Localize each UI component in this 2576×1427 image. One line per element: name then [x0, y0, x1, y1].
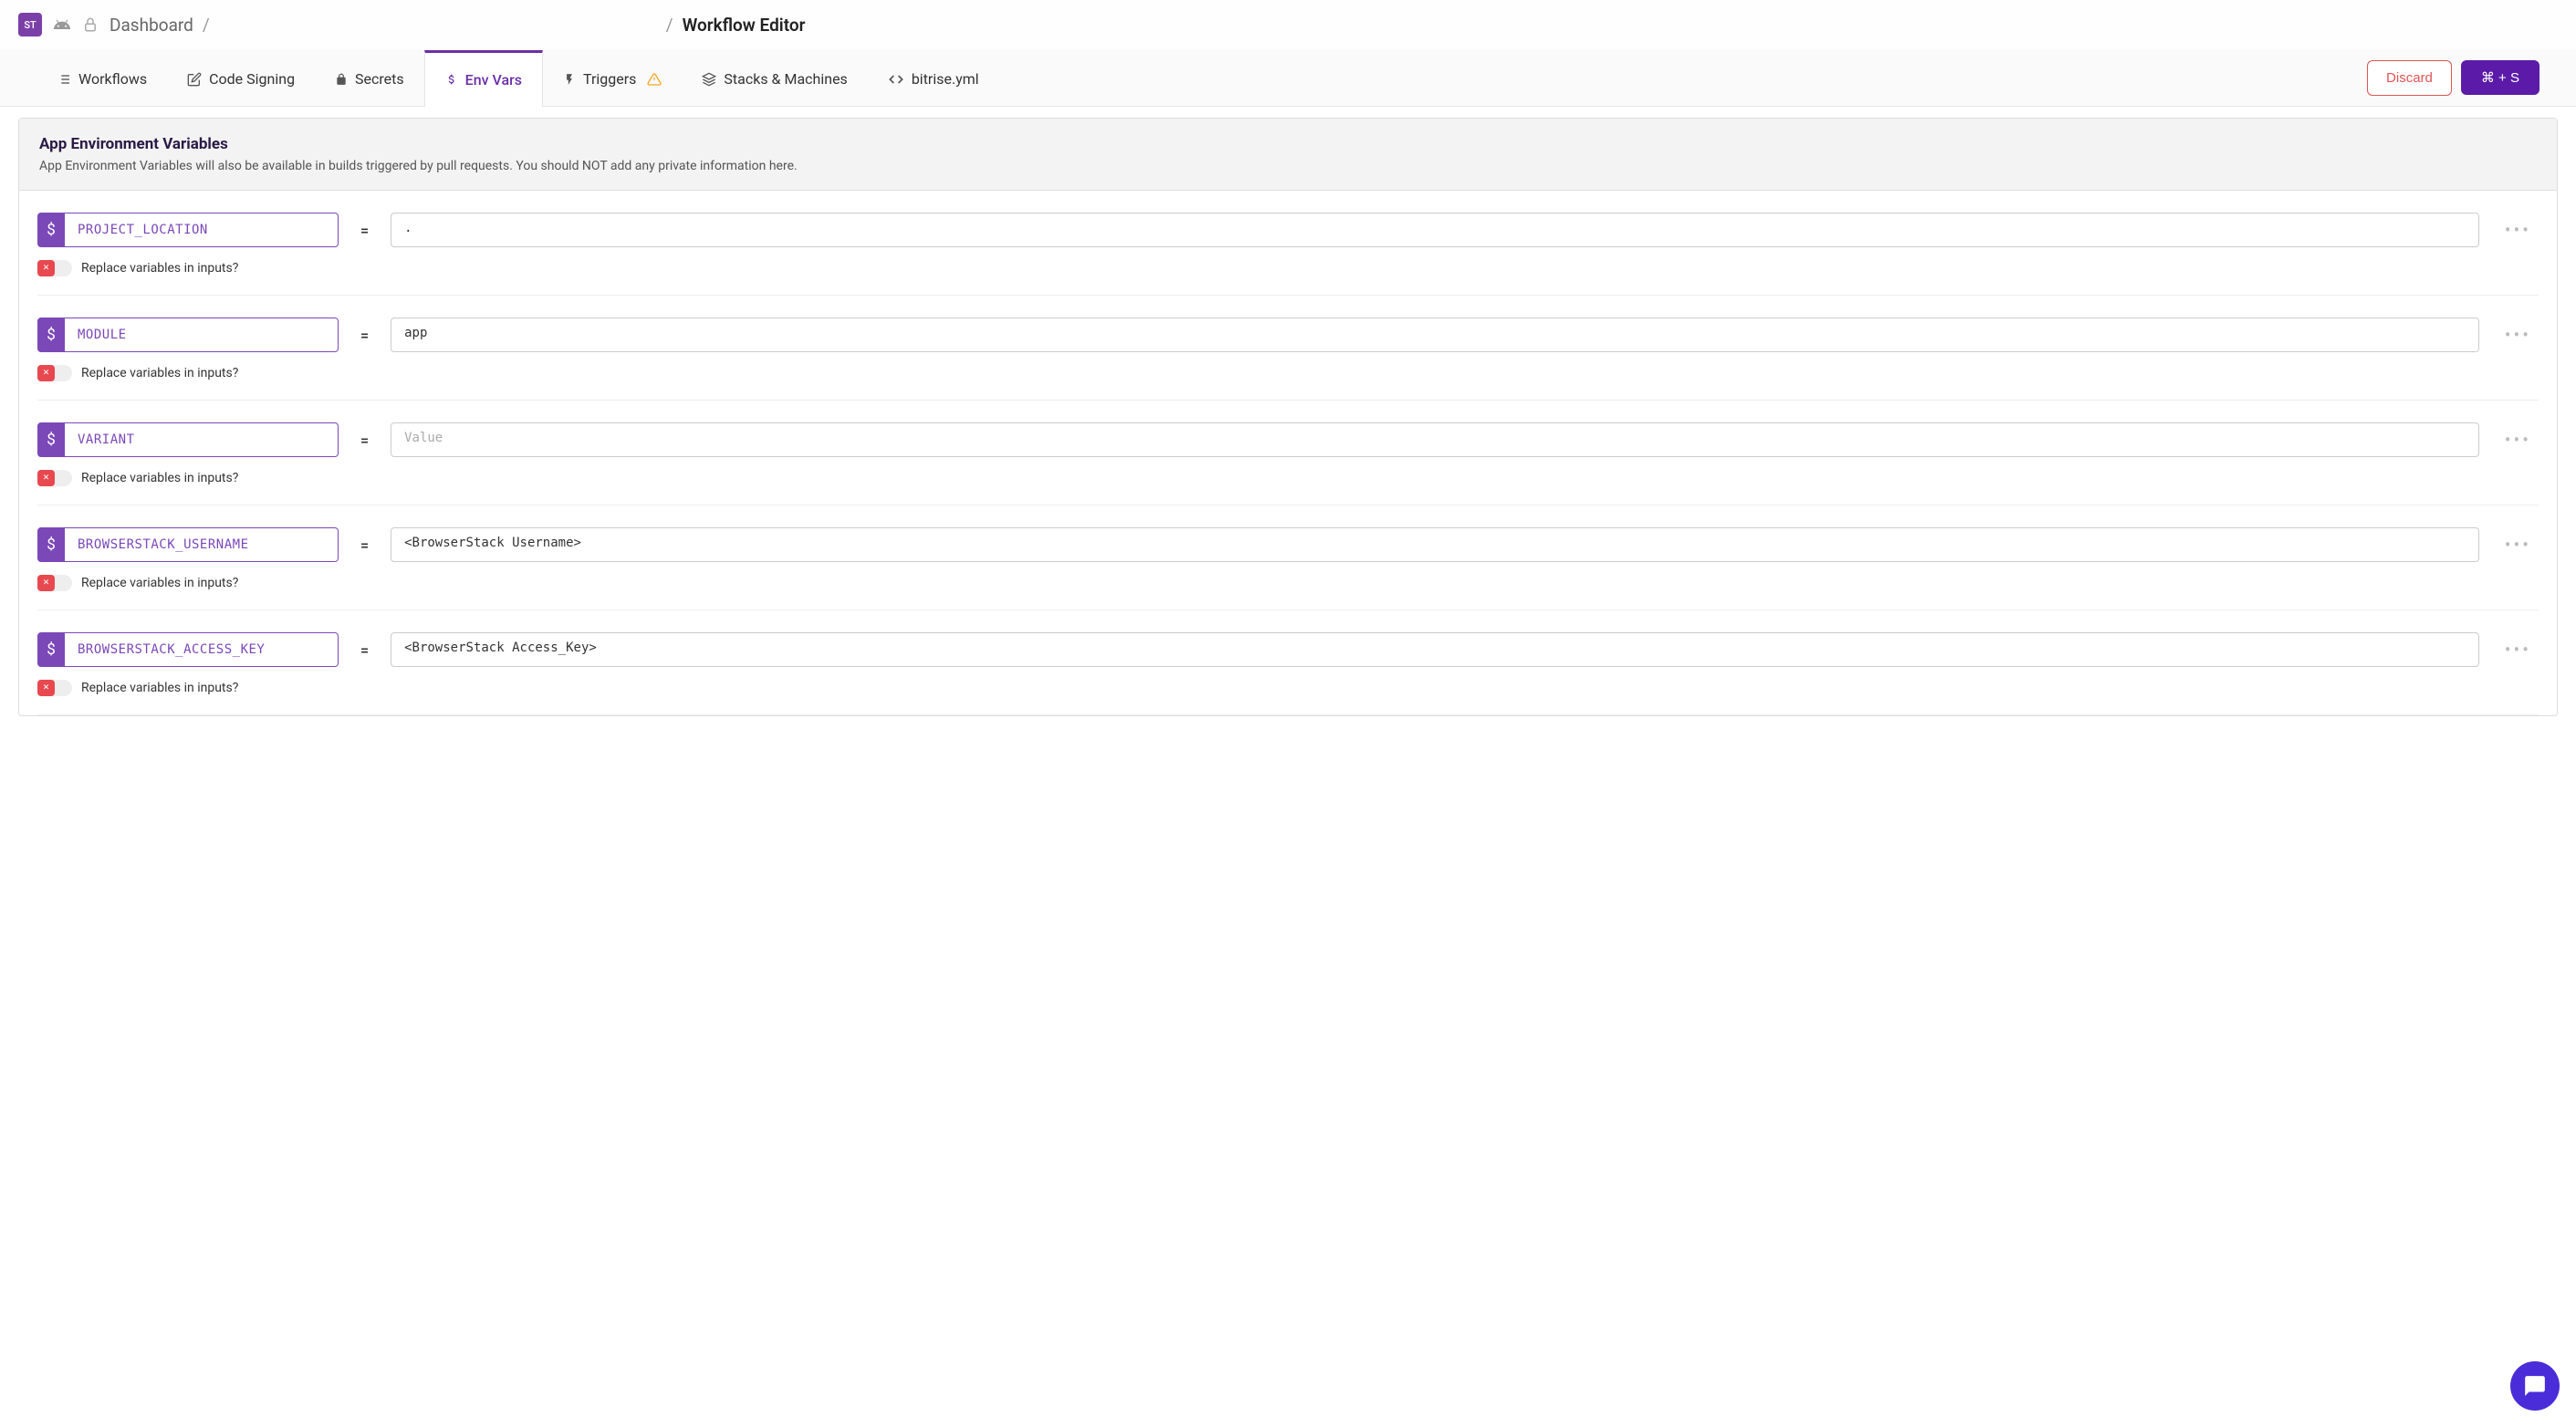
tab-label: Code Signing — [209, 70, 295, 88]
var-toggle-row: ✕ Replace variables in inputs? — [37, 365, 2539, 381]
lock-icon — [335, 72, 348, 87]
toggle-label: Replace variables in inputs? — [81, 576, 238, 590]
toggle-label: Replace variables in inputs? — [81, 471, 238, 485]
var-main: $ = <BrowserStack Access_Key> ••• — [37, 632, 2539, 667]
code-icon — [888, 72, 904, 87]
var-key-input[interactable] — [65, 632, 339, 667]
discard-button[interactable]: Discard — [2367, 60, 2452, 96]
var-list: $ = . ••• ✕ Replace variables in inputs?… — [19, 191, 2557, 715]
equals-sign: = — [360, 327, 369, 344]
chat-bubble[interactable] — [2510, 1361, 2560, 1411]
replace-toggle[interactable]: ✕ — [37, 260, 72, 276]
breadcrumb-dashboard[interactable]: Dashboard — [110, 15, 193, 36]
more-icon[interactable]: ••• — [2498, 534, 2539, 556]
tab-secrets[interactable]: Secrets — [315, 49, 424, 106]
android-icon — [53, 16, 71, 34]
tab-label: Triggers — [583, 70, 636, 88]
edit-square-icon — [187, 72, 202, 87]
var-row: $ = <BrowserStack Username> ••• ✕ Replac… — [37, 505, 2539, 610]
equals-sign: = — [360, 536, 369, 554]
panel-header: App Environment Variables App Environmen… — [19, 119, 2557, 191]
breadcrumb-separator: / — [666, 15, 673, 36]
var-main: $ = ••• — [37, 422, 2539, 457]
equals-sign: = — [360, 641, 369, 659]
tab-label: Workflows — [78, 70, 147, 88]
toggle-thumb: ✕ — [37, 470, 55, 486]
dollar-icon: $ — [37, 318, 65, 352]
dollar-icon — [445, 71, 458, 88]
dollar-icon: $ — [37, 213, 65, 247]
breadcrumb-separator: / — [203, 15, 210, 36]
tab-label: bitrise.yml — [912, 70, 979, 88]
layers-icon — [702, 72, 716, 87]
var-key-input[interactable] — [65, 213, 339, 247]
tab-triggers[interactable]: Triggers — [543, 49, 682, 106]
tab-code-signing[interactable]: Code Signing — [167, 49, 315, 106]
env-vars-panel: App Environment Variables App Environmen… — [18, 118, 2558, 716]
var-main: $ = app ••• — [37, 318, 2539, 352]
tab-label: Stacks & Machines — [724, 70, 847, 88]
avatar-initials: ST — [24, 19, 36, 31]
avatar[interactable]: ST — [18, 13, 42, 36]
dollar-icon: $ — [37, 527, 65, 562]
var-toggle-row: ✕ Replace variables in inputs? — [37, 260, 2539, 276]
tab-bar: Workflows Code Signing Secrets Env Vars … — [0, 49, 2576, 107]
toggle-thumb: ✕ — [37, 680, 55, 696]
var-key-input[interactable] — [65, 422, 339, 457]
tab-label: Env Vars — [465, 71, 522, 89]
var-row: $ = . ••• ✕ Replace variables in inputs? — [37, 191, 2539, 296]
replace-toggle[interactable]: ✕ — [37, 365, 72, 381]
top-header: ST Dashboard / / Workflow Editor — [0, 0, 2576, 49]
tab-workflows[interactable]: Workflows — [37, 49, 167, 106]
tab-label: Secrets — [355, 70, 404, 88]
breadcrumb: Dashboard / / Workflow Editor — [110, 15, 805, 36]
content-area: App Environment Variables App Environmen… — [0, 107, 2576, 727]
toggle-thumb: ✕ — [37, 365, 55, 381]
toggle-label: Replace variables in inputs? — [81, 366, 238, 380]
more-icon[interactable]: ••• — [2498, 639, 2539, 661]
tab-bitrise-yml[interactable]: bitrise.yml — [868, 49, 999, 106]
more-icon[interactable]: ••• — [2498, 429, 2539, 451]
list-icon — [57, 72, 71, 87]
var-value-input[interactable]: . — [391, 213, 2479, 247]
var-key-input[interactable] — [65, 318, 339, 352]
bolt-icon — [563, 71, 576, 88]
var-value-input[interactable]: <BrowserStack Username> — [391, 527, 2479, 562]
dollar-icon: $ — [37, 422, 65, 457]
var-toggle-row: ✕ Replace variables in inputs? — [37, 680, 2539, 696]
var-main: $ = . ••• — [37, 213, 2539, 247]
replace-toggle[interactable]: ✕ — [37, 680, 72, 696]
toggle-label: Replace variables in inputs? — [81, 681, 238, 695]
warning-icon — [647, 72, 662, 87]
var-main: $ = <BrowserStack Username> ••• — [37, 527, 2539, 562]
var-value-input[interactable] — [391, 422, 2479, 457]
replace-toggle[interactable]: ✕ — [37, 575, 72, 591]
equals-sign: = — [360, 432, 369, 449]
var-key-input[interactable] — [65, 527, 339, 562]
var-value-input[interactable]: app — [391, 318, 2479, 352]
var-toggle-row: ✕ Replace variables in inputs? — [37, 575, 2539, 591]
toggle-label: Replace variables in inputs? — [81, 261, 238, 276]
panel-title: App Environment Variables — [39, 135, 2537, 153]
save-button[interactable]: ⌘ + S — [2461, 60, 2539, 95]
var-value-input[interactable]: <BrowserStack Access_Key> — [391, 632, 2479, 667]
toggle-thumb: ✕ — [37, 575, 55, 591]
more-icon[interactable]: ••• — [2498, 219, 2539, 241]
var-toggle-row: ✕ Replace variables in inputs? — [37, 470, 2539, 486]
var-row: $ = <BrowserStack Access_Key> ••• ✕ Repl… — [37, 610, 2539, 715]
equals-sign: = — [360, 222, 369, 239]
chat-icon — [2523, 1374, 2547, 1398]
tab-stacks[interactable]: Stacks & Machines — [682, 49, 867, 106]
var-row: $ = app ••• ✕ Replace variables in input… — [37, 296, 2539, 401]
panel-subtitle: App Environment Variables will also be a… — [39, 159, 2537, 173]
tab-env-vars[interactable]: Env Vars — [424, 50, 543, 107]
var-row: $ = ••• ✕ Replace variables in inputs? — [37, 401, 2539, 505]
more-icon[interactable]: ••• — [2498, 324, 2539, 346]
breadcrumb-current: Workflow Editor — [683, 15, 806, 36]
lock-icon — [82, 16, 99, 33]
replace-toggle[interactable]: ✕ — [37, 470, 72, 486]
toggle-thumb: ✕ — [37, 260, 55, 276]
dollar-icon: $ — [37, 632, 65, 667]
